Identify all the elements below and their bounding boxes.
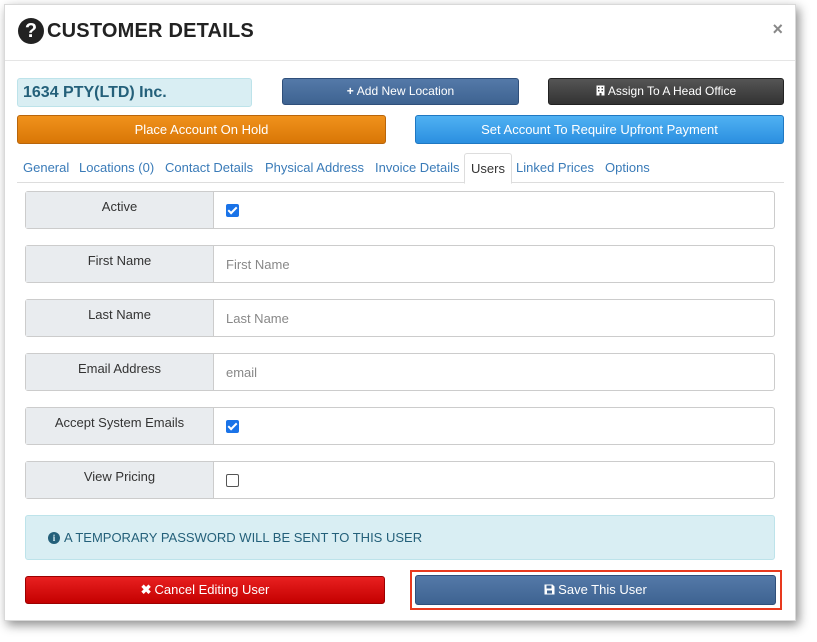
assign-head-office-button[interactable]: Assign To A Head Office — [548, 78, 784, 105]
email-row: Email Address — [25, 353, 775, 391]
last-name-label: Last Name — [26, 300, 214, 336]
active-row: Active — [25, 191, 775, 229]
first-name-input[interactable] — [226, 257, 746, 272]
tab-physical-address[interactable]: Physical Address — [265, 153, 364, 183]
accept-system-emails-label: Accept System Emails — [26, 408, 214, 444]
company-name-badge: 1634 PTY(LTD) Inc. — [17, 78, 252, 107]
help-icon[interactable]: ? — [18, 18, 44, 44]
last-name-row: Last Name — [25, 299, 775, 337]
require-upfront-payment-button[interactable]: Set Account To Require Upfront Payment — [415, 115, 784, 144]
cancel-editing-user-button[interactable]: ✖ Cancel Editing User — [25, 576, 385, 604]
email-input[interactable] — [226, 365, 746, 380]
view-pricing-row: View Pricing — [25, 461, 775, 499]
add-new-location-label: Add New Location — [356, 84, 455, 98]
customer-details-modal: ? CUSTOMER DETAILS × 1634 PTY(LTD) Inc. … — [4, 4, 796, 621]
close-icon[interactable]: × — [772, 19, 783, 40]
tab-invoice-details[interactable]: Invoice Details — [375, 153, 460, 183]
accept-system-emails-row: Accept System Emails — [25, 407, 775, 445]
cancel-editing-user-label: Cancel Editing User — [154, 582, 270, 597]
place-account-on-hold-button[interactable]: Place Account On Hold — [17, 115, 386, 144]
tab-users[interactable]: Users — [464, 153, 512, 184]
temporary-password-message: A TEMPORARY PASSWORD WILL BE SENT TO THI… — [64, 530, 423, 545]
customer-tabs: General Locations (0) Contact Details Ph… — [17, 153, 784, 184]
save-this-user-label: Save This User — [558, 582, 647, 597]
modal-header: ? CUSTOMER DETAILS × — [5, 5, 795, 61]
active-checkbox[interactable] — [226, 204, 239, 217]
building-icon — [596, 79, 605, 104]
accept-system-emails-checkbox[interactable] — [226, 420, 239, 433]
close-x-icon: ✖ — [140, 582, 152, 597]
view-pricing-label: View Pricing — [26, 462, 214, 498]
info-icon: i — [48, 531, 60, 544]
last-name-input[interactable] — [226, 311, 746, 326]
first-name-row: First Name — [25, 245, 775, 283]
tab-general[interactable]: General — [23, 153, 69, 183]
tab-contact-details[interactable]: Contact Details — [165, 153, 253, 183]
email-address-label: Email Address — [26, 354, 214, 390]
first-name-label: First Name — [26, 246, 214, 282]
tab-linked-prices[interactable]: Linked Prices — [516, 153, 594, 183]
active-label: Active — [26, 192, 214, 228]
plus-icon: + — [346, 84, 354, 98]
temporary-password-notice: i A TEMPORARY PASSWORD WILL BE SENT TO TH… — [25, 515, 775, 560]
add-new-location-button[interactable]: + Add New Location — [282, 78, 519, 105]
view-pricing-checkbox[interactable] — [226, 474, 239, 487]
tab-locations[interactable]: Locations (0) — [79, 153, 154, 183]
save-this-user-button[interactable]: Save This User — [415, 575, 776, 605]
assign-head-office-label: Assign To A Head Office — [607, 84, 737, 98]
floppy-disk-icon — [544, 576, 555, 604]
modal-title: CUSTOMER DETAILS — [47, 20, 254, 42]
tab-options[interactable]: Options — [605, 153, 650, 183]
